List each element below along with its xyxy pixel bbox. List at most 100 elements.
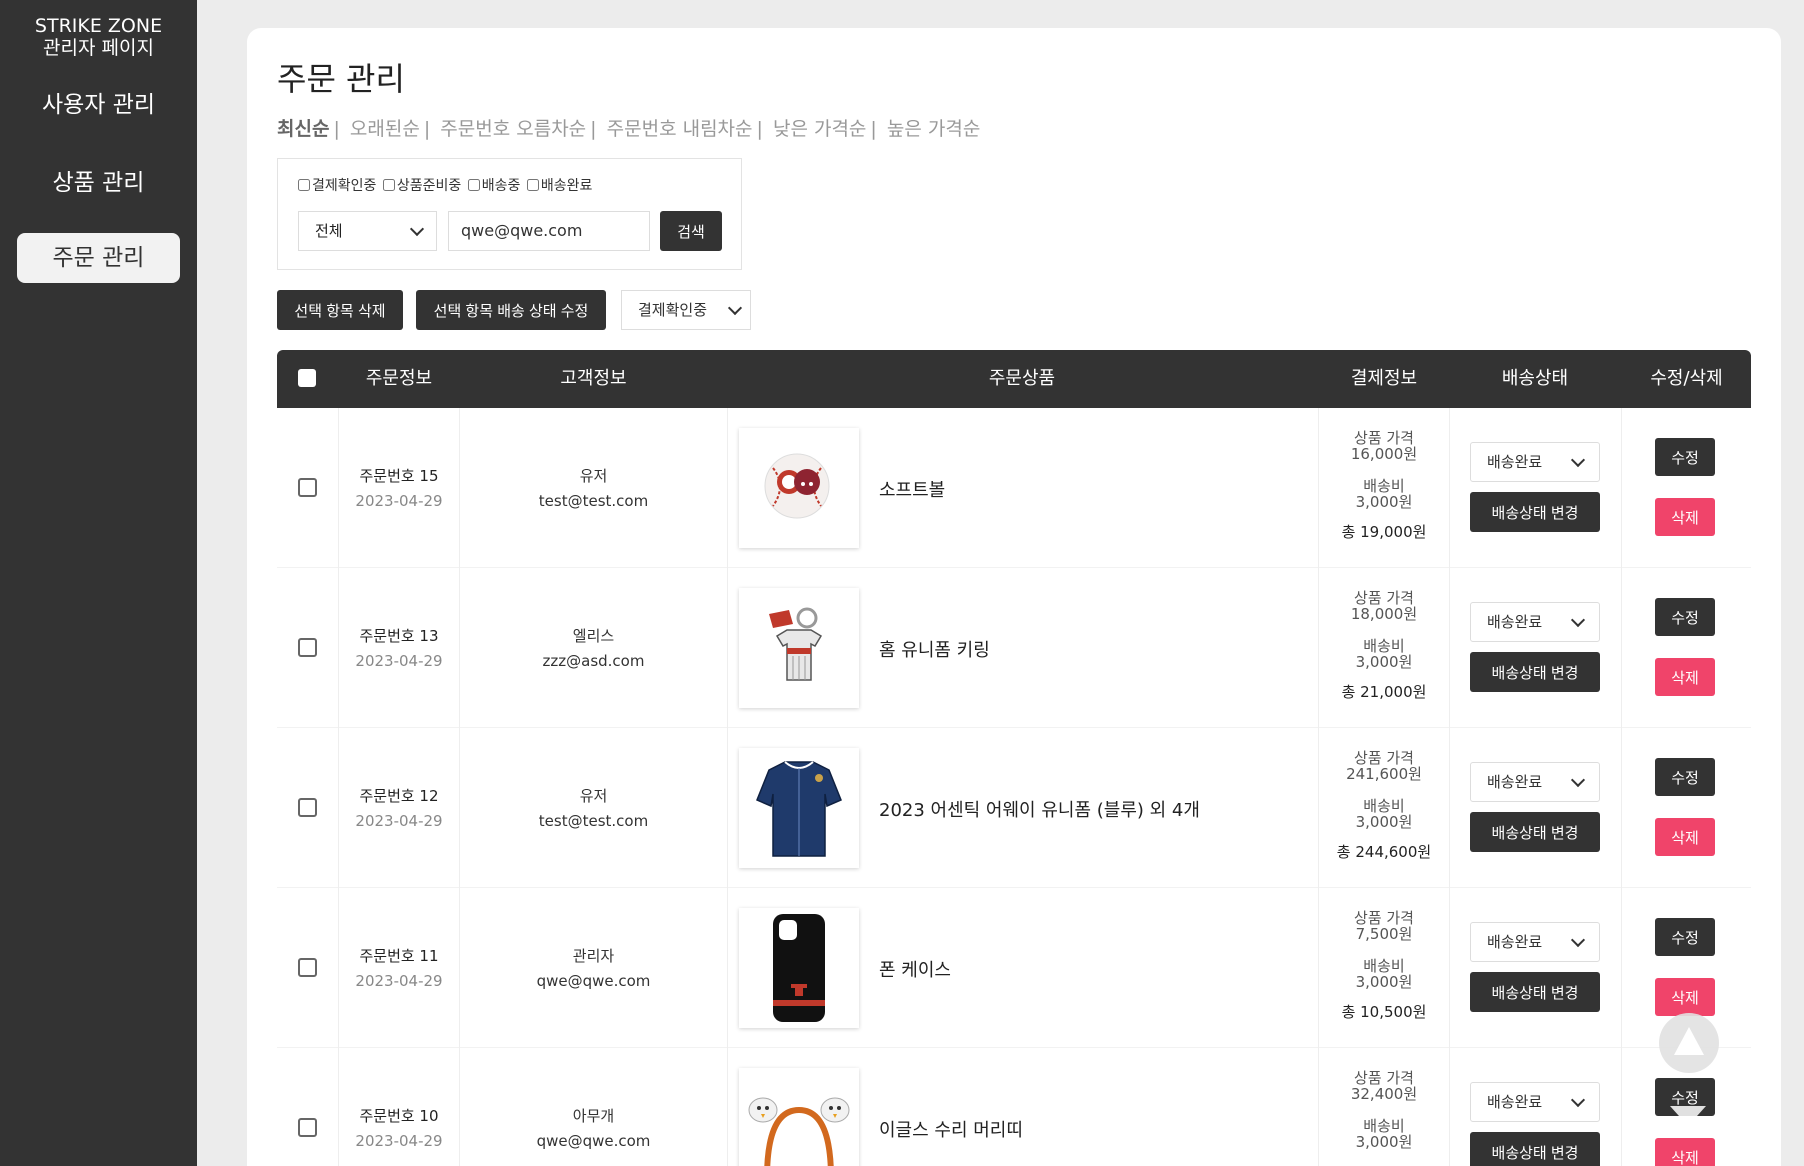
table-row: 주문번호 12 2023-04-29 유저 test@test.com 2023… [277, 728, 1751, 888]
checkbox[interactable] [526, 179, 539, 191]
price-label: 상품 가격 [1354, 909, 1414, 927]
delivery-status-select[interactable]: 배송완료 [1470, 442, 1600, 482]
table-row: 주문번호 11 2023-04-29 관리자 qwe@qwe.com 폰 케이스… [277, 888, 1751, 1048]
search-scope-value: 전체 [315, 222, 343, 240]
order-info: 주문번호 12 2023-04-29 [339, 784, 459, 834]
product-name[interactable]: 홈 유니폼 키링 [879, 636, 990, 662]
order-date: 2023-04-29 [355, 972, 443, 990]
sidebar-item-products[interactable]: 상품 관리 [0, 163, 197, 197]
customer-email: test@test.com [538, 812, 649, 830]
column-divider [727, 728, 728, 888]
order-date: 2023-04-29 [355, 1132, 443, 1150]
customer-info: 유저 test@test.com [460, 784, 727, 834]
search-button[interactable]: 검색 [660, 211, 722, 251]
product-name[interactable]: 폰 케이스 [879, 956, 951, 982]
column-divider [727, 408, 728, 568]
product-name[interactable]: 2023 어센틱 어웨이 유니폼 (블루) 외 4개 [879, 796, 1200, 822]
product-price: 32,400원 [1350, 1085, 1418, 1103]
chevron-down-icon [1570, 612, 1586, 628]
search-input[interactable]: qwe@qwe.com [448, 211, 650, 251]
change-status-button[interactable]: 배송상태 변경 [1470, 812, 1600, 852]
sort-divider: | [590, 118, 597, 140]
delete-button[interactable]: 삭제 [1655, 1138, 1715, 1166]
delivery-status-select[interactable]: 배송완료 [1470, 922, 1600, 962]
product-thumbnail-phone-case [739, 908, 859, 1028]
product-thumbnail-softball [739, 428, 859, 548]
order-number: 주문번호 15 [359, 467, 439, 485]
filter-payment-check[interactable]: 결제확인중 [298, 178, 376, 194]
total-amount: 총 21,000원 [1341, 683, 1427, 701]
delete-button[interactable]: 삭제 [1655, 658, 1715, 696]
header-actions: 수정/삭제 [1650, 368, 1723, 389]
filter-shipping[interactable]: 배송중 [467, 178, 520, 194]
customer-info: 엘리스 zzz@asd.com [460, 624, 727, 674]
filter-label: 배송완료 [540, 178, 593, 194]
shipping-fee: 3,000원 [1355, 813, 1413, 831]
header-delivery-status: 배송상태 [1501, 368, 1569, 389]
checkbox[interactable] [298, 179, 310, 191]
row-checkbox[interactable] [298, 638, 317, 657]
sort-order-desc[interactable]: 주문번호 내림차순 [607, 118, 753, 140]
edit-button[interactable]: 수정 [1655, 598, 1715, 636]
scroll-to-bottom-button[interactable] [1670, 1106, 1710, 1126]
order-number: 주문번호 11 [359, 947, 439, 965]
row-checkbox[interactable] [298, 1118, 317, 1137]
row-checkbox[interactable] [298, 958, 317, 977]
delivery-status-select[interactable]: 배송완료 [1470, 1082, 1600, 1122]
filter-label: 결제확인중 [312, 178, 377, 194]
sort-price-high[interactable]: 높은 가격순 [887, 118, 980, 140]
checkbox[interactable] [467, 179, 480, 191]
edit-button[interactable]: 수정 [1655, 438, 1715, 476]
row-checkbox[interactable] [298, 798, 317, 817]
price-label: 상품 가격 [1354, 749, 1414, 767]
sort-divider: | [333, 118, 340, 140]
order-info: 주문번호 15 2023-04-29 [339, 464, 459, 514]
sort-oldest[interactable]: 오래된순 [350, 118, 420, 140]
product-price: 16,000원 [1350, 445, 1418, 463]
delivery-status-value: 배송완료 [1487, 773, 1543, 791]
product-price: 241,600원 [1346, 765, 1422, 783]
change-status-button[interactable]: 배송상태 변경 [1470, 1132, 1600, 1166]
sort-order-asc[interactable]: 주문번호 오름차순 [440, 118, 586, 140]
order-number: 주문번호 13 [359, 627, 439, 645]
header-payment: 결제정보 [1350, 368, 1418, 389]
column-divider [727, 568, 728, 728]
product-price: 7,500원 [1355, 925, 1413, 943]
delete-button[interactable]: 삭제 [1655, 978, 1715, 1016]
edit-button[interactable]: 수정 [1655, 758, 1715, 796]
update-selected-status-button[interactable]: 선택 항목 배송 상태 수정 [416, 290, 606, 330]
sort-newest[interactable]: 최신순 [277, 118, 329, 140]
filter-preparing[interactable]: 상품준비중 [382, 178, 461, 194]
checkbox[interactable] [382, 179, 395, 191]
bulk-status-select[interactable]: 결제확인중 [621, 290, 751, 330]
delete-button[interactable]: 삭제 [1655, 818, 1715, 856]
search-scope-select[interactable]: 전체 [298, 211, 437, 251]
column-divider [1449, 1048, 1450, 1166]
sidebar: STRIKE ZONE 관리자 페이지 사용자 관리 상품 관리 주문 관리 [0, 0, 197, 1166]
customer-info: 유저 test@test.com [460, 464, 727, 514]
sort-divider: | [756, 118, 763, 140]
filter-delivered[interactable]: 배송완료 [526, 178, 593, 194]
sidebar-item-users[interactable]: 사용자 관리 [0, 85, 197, 119]
change-status-button[interactable]: 배송상태 변경 [1470, 492, 1600, 532]
change-status-button[interactable]: 배송상태 변경 [1470, 972, 1600, 1012]
sort-price-low[interactable]: 낮은 가격순 [773, 118, 866, 140]
brand-logo[interactable]: STRIKE ZONE 관리자 페이지 [0, 0, 197, 59]
delete-selected-button[interactable]: 선택 항목 삭제 [277, 290, 403, 330]
orders-table: 주문정보 고객정보 주문상품 결제정보 배송상태 수정/삭제 주문번호 15 2… [277, 350, 1751, 1166]
edit-button[interactable]: 수정 [1655, 918, 1715, 956]
payment-info: 상품 가격 16,000원 배송비 3,000원 총 19,000원 [1319, 430, 1449, 540]
delivery-status-select[interactable]: 배송완료 [1470, 762, 1600, 802]
select-all-checkbox[interactable] [298, 369, 316, 387]
delivery-status-value: 배송완료 [1487, 1093, 1543, 1111]
scroll-to-top-button[interactable] [1659, 1013, 1719, 1073]
change-status-button[interactable]: 배송상태 변경 [1470, 652, 1600, 692]
delete-button[interactable]: 삭제 [1655, 498, 1715, 536]
customer-name: 유저 [579, 787, 608, 805]
delivery-status-select[interactable]: 배송완료 [1470, 602, 1600, 642]
sidebar-item-orders[interactable]: 주문 관리 [17, 233, 180, 283]
product-name[interactable]: 이글스 수리 머리띠 [879, 1116, 1023, 1142]
delivery-status-value: 배송완료 [1487, 933, 1543, 951]
product-name[interactable]: 소프트볼 [879, 476, 945, 502]
row-checkbox[interactable] [298, 478, 317, 497]
